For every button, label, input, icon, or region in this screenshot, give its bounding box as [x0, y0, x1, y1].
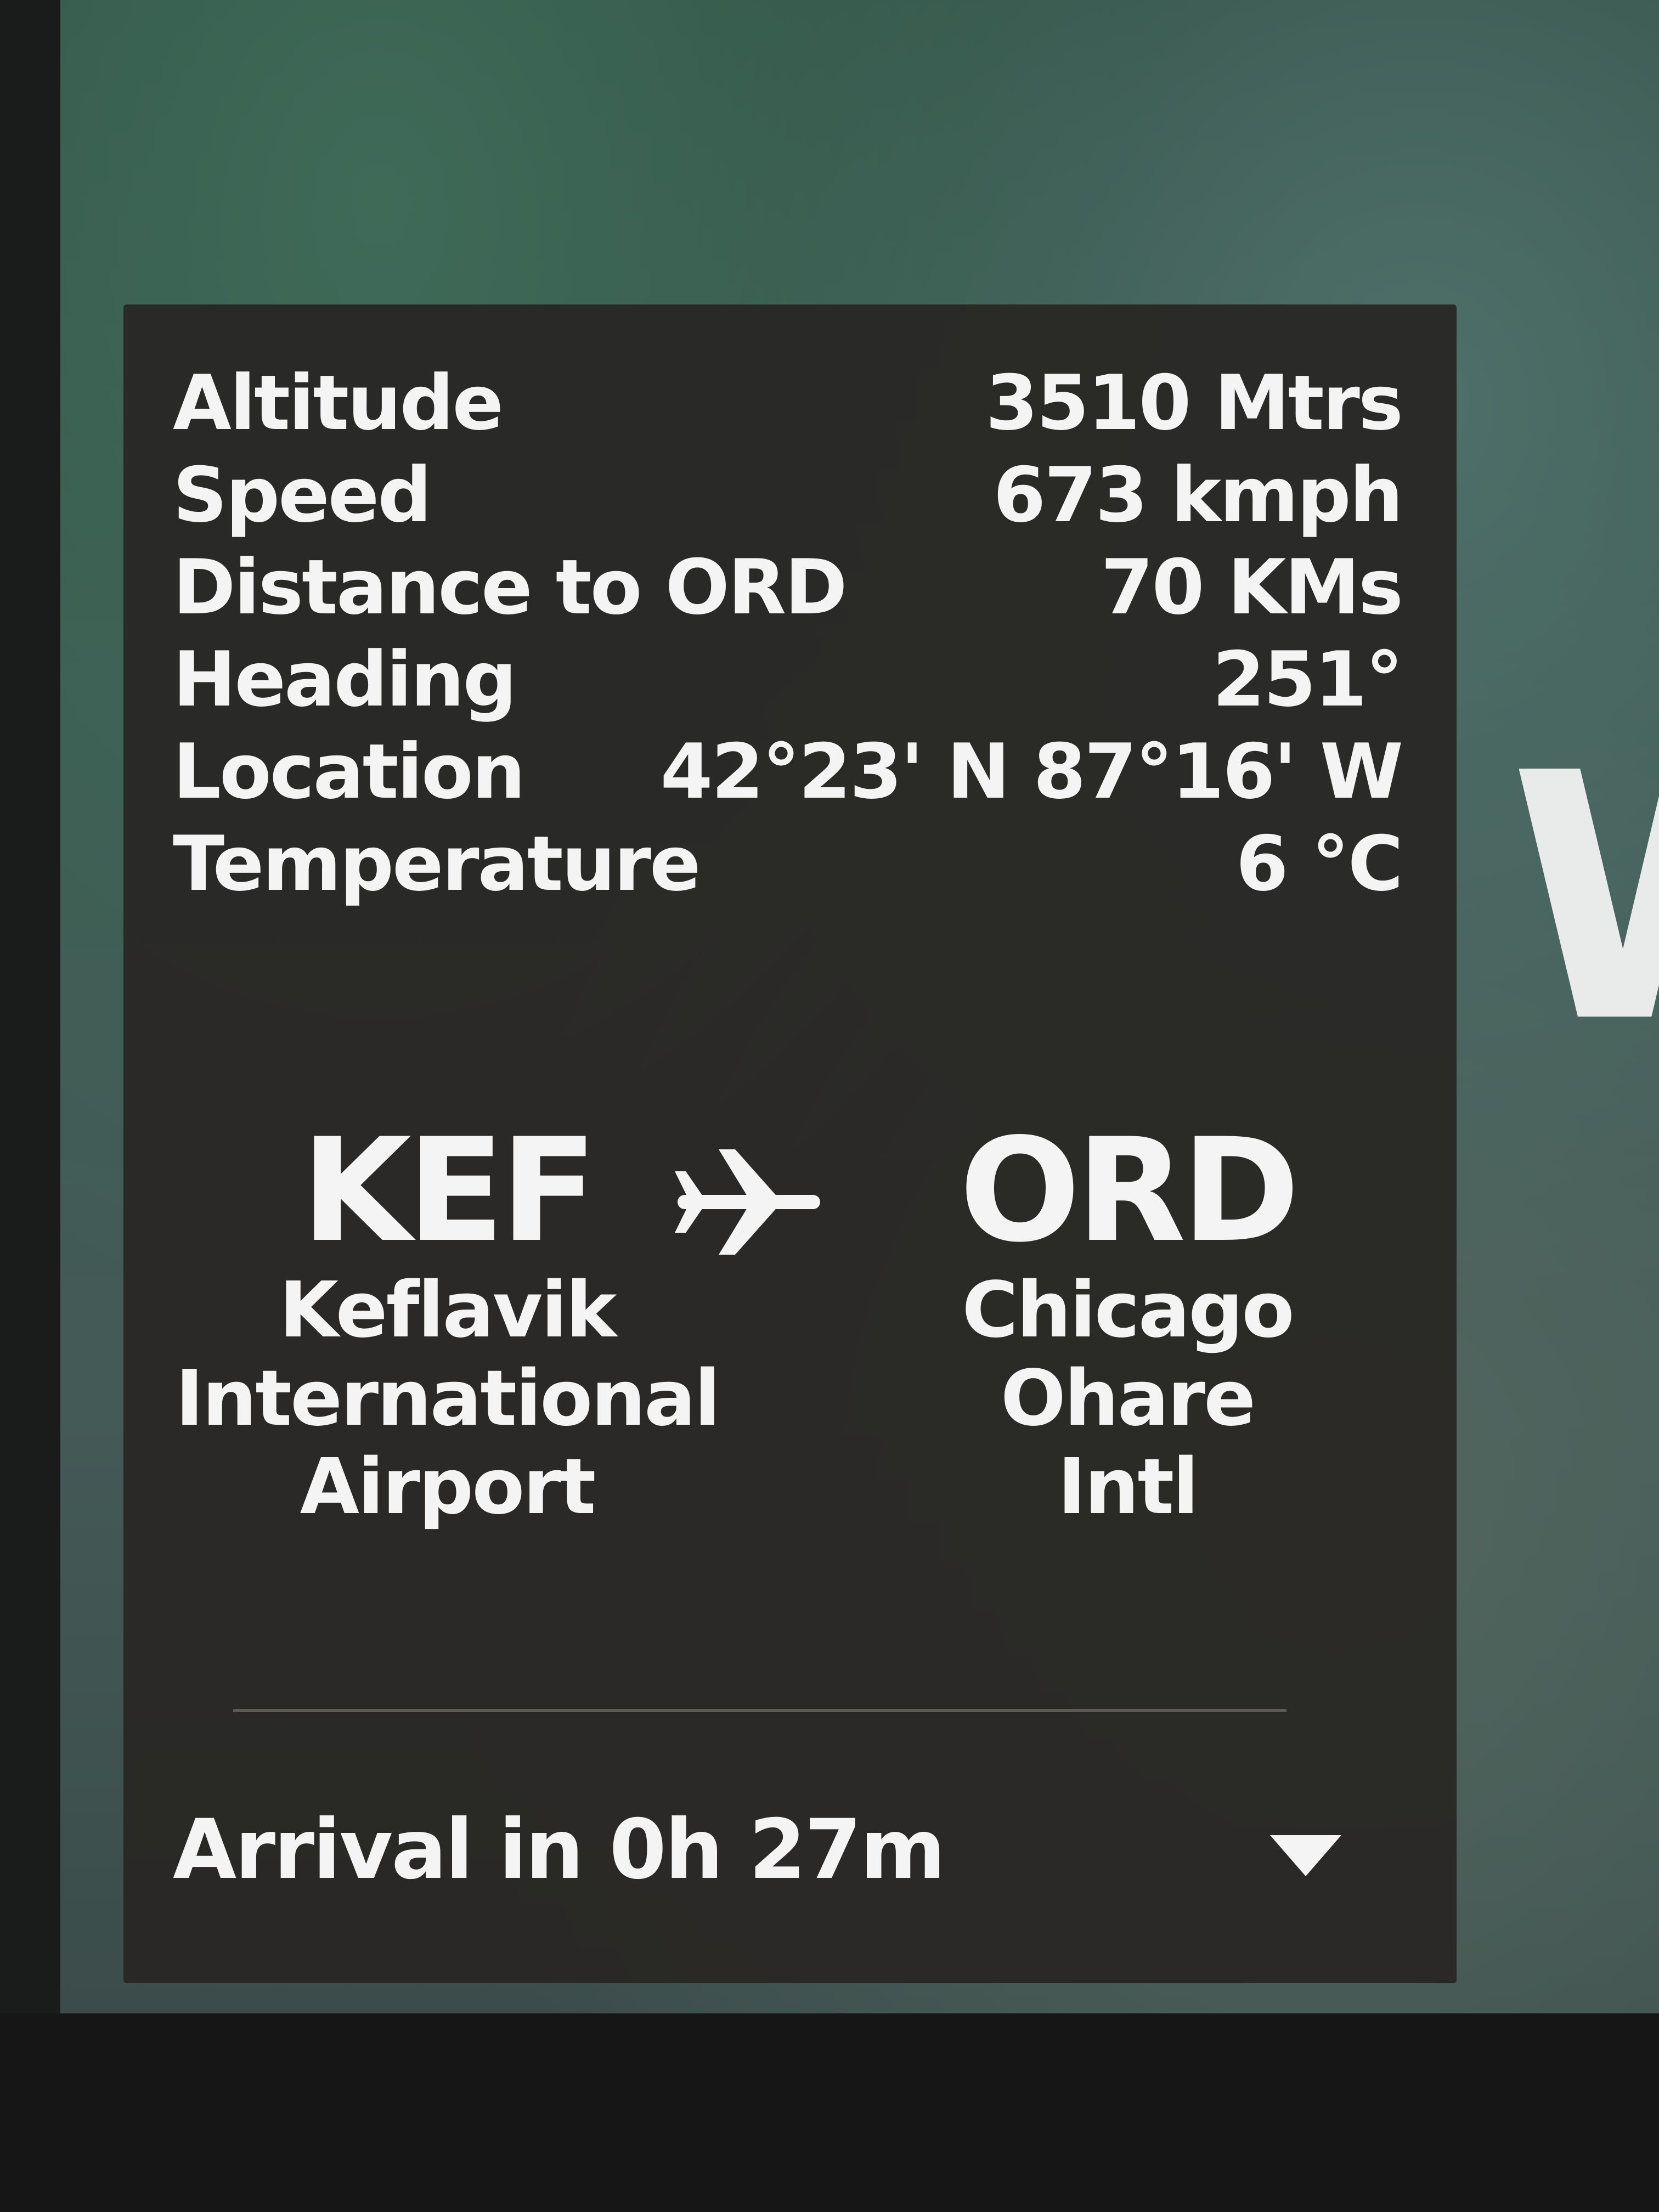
- stat-label: Distance to ORD: [173, 543, 848, 631]
- airplane-icon: [675, 1149, 820, 1255]
- stat-value: 3510 Mtrs: [985, 358, 1403, 447]
- stat-value: 251°: [1212, 635, 1403, 724]
- flight-info-panel: Altitude 3510 Mtrs Speed 673 kmph Distan…: [123, 304, 1457, 1983]
- flight-stats: Altitude 3510 Mtrs Speed 673 kmph Distan…: [173, 357, 1403, 910]
- stat-label: Altitude: [173, 358, 504, 447]
- flight-route: KEF Keflavik International Airport ORD C…: [123, 1116, 1457, 1610]
- stat-value: 70 KMs: [1101, 543, 1403, 631]
- background-text: W: [1509, 730, 1659, 1070]
- left-bezel: [0, 0, 60, 2212]
- stat-label: Temperature: [173, 819, 701, 908]
- destination-airport: ORD Chicago Ohare Intl: [826, 1108, 1429, 1532]
- stat-value: 42°23' N 87°16' W: [660, 727, 1403, 816]
- destination-code: ORD: [959, 1108, 1300, 1274]
- stat-value: 6 °C: [1235, 819, 1403, 908]
- stat-label: Heading: [173, 635, 517, 724]
- origin-name-line: Airport: [300, 1442, 596, 1532]
- origin-name-line: International: [175, 1354, 720, 1443]
- destination-name-line: Chicago Ohare: [962, 1266, 1294, 1443]
- destination-name-line: Intl: [1057, 1442, 1199, 1532]
- stat-location: Location 42°23' N 87°16' W: [173, 725, 1403, 817]
- stat-distance: Distance to ORD 70 KMs: [173, 541, 1403, 633]
- arrival-time: Arrival in 0h 27m: [173, 1802, 946, 1898]
- stat-label: Location: [173, 727, 526, 816]
- stat-temperature: Temperature 6 °C: [173, 817, 1403, 910]
- stat-value: 673 kmph: [993, 450, 1403, 539]
- chevron-down-icon[interactable]: [1265, 1827, 1347, 1882]
- stat-heading: Heading 251°: [173, 633, 1403, 725]
- origin-airport: KEF Keflavik International Airport: [173, 1108, 721, 1532]
- bottom-bezel: [0, 2013, 1659, 2212]
- stat-label: Speed: [173, 450, 432, 539]
- divider: [233, 1709, 1286, 1712]
- origin-name-line: Keflavik: [279, 1266, 617, 1355]
- stat-altitude: Altitude 3510 Mtrs: [173, 357, 1403, 449]
- origin-code: KEF: [301, 1108, 598, 1274]
- stat-speed: Speed 673 kmph: [173, 449, 1403, 541]
